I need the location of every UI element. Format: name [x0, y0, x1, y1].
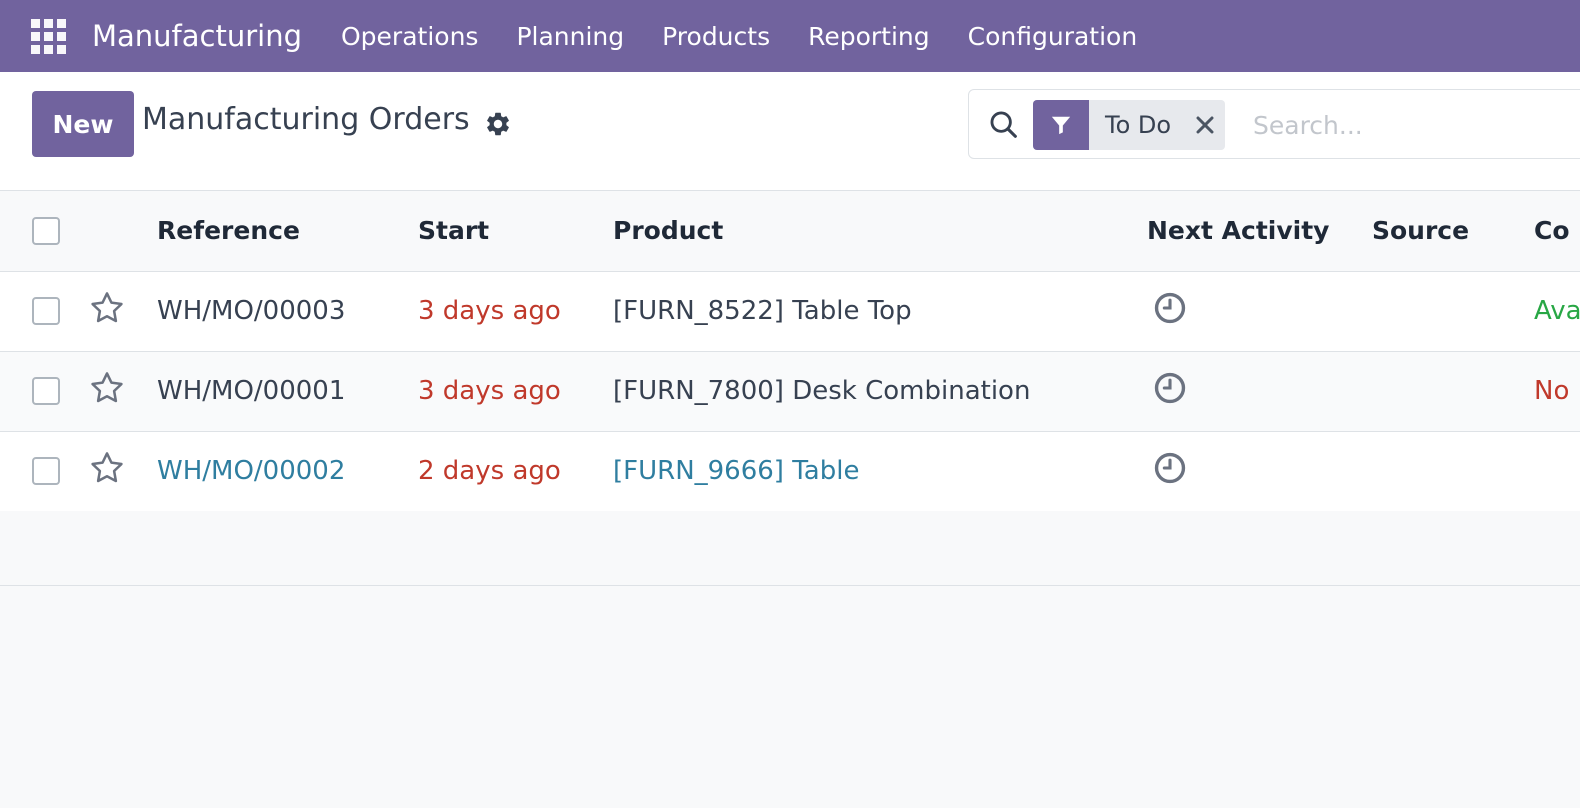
- table-row[interactable]: WH/MO/00001 3 days ago [FURN_7800] Desk …: [0, 351, 1580, 431]
- search-facet-todo: To Do: [1033, 100, 1226, 150]
- menu-products[interactable]: Products: [643, 0, 789, 72]
- search-bar: To Do: [968, 89, 1580, 159]
- row-checkbox[interactable]: [32, 377, 60, 405]
- apps-menu-button[interactable]: [0, 0, 80, 72]
- column-next-activity[interactable]: Next Activity: [1147, 191, 1372, 271]
- menu-configuration[interactable]: Configuration: [949, 0, 1157, 72]
- facet-label: To Do: [1105, 111, 1172, 139]
- activity-clock-icon[interactable]: [1153, 371, 1187, 405]
- star-icon[interactable]: [90, 289, 126, 327]
- column-component-status[interactable]: Co: [1534, 191, 1580, 271]
- column-reference[interactable]: Reference: [157, 191, 418, 271]
- activity-clock-icon[interactable]: [1153, 451, 1187, 485]
- activity-clock-icon[interactable]: [1153, 291, 1187, 325]
- search-icon[interactable]: [987, 108, 1021, 142]
- gear-icon[interactable]: [484, 110, 512, 138]
- table-footer: [0, 511, 1580, 586]
- facet-remove-icon[interactable]: [1185, 100, 1225, 150]
- orders-list: Reference Start Product Next Activity So…: [0, 191, 1580, 512]
- search-input[interactable]: [1253, 102, 1553, 148]
- menu-planning[interactable]: Planning: [497, 0, 643, 72]
- new-button[interactable]: New: [32, 91, 134, 157]
- control-panel: New Manufacturing Orders To Do: [0, 72, 1580, 191]
- column-source[interactable]: Source: [1372, 191, 1534, 271]
- row-checkbox[interactable]: [32, 297, 60, 325]
- row-reference: WH/MO/00001: [157, 376, 346, 406]
- row-source: [1372, 271, 1534, 351]
- row-source: [1372, 351, 1534, 431]
- top-navbar: Manufacturing Operations Planning Produc…: [0, 0, 1580, 72]
- row-reference: WH/MO/00002: [157, 456, 346, 486]
- row-component-status: Ava: [1534, 296, 1580, 326]
- row-product: [FURN_9666] Table: [613, 456, 860, 486]
- table-row[interactable]: WH/MO/00002 2 days ago [FURN_9666] Table: [0, 431, 1580, 511]
- row-reference: WH/MO/00003: [157, 296, 346, 326]
- row-start: 2 days ago: [418, 456, 561, 486]
- row-product: [FURN_7800] Desk Combination: [613, 376, 1031, 406]
- menu-reporting[interactable]: Reporting: [789, 0, 949, 72]
- row-source: [1372, 431, 1534, 511]
- row-start: 3 days ago: [418, 376, 561, 406]
- select-all-checkbox[interactable]: [32, 216, 60, 245]
- orders-table: Reference Start Product Next Activity So…: [0, 191, 1580, 512]
- filter-icon: [1033, 100, 1089, 150]
- star-icon[interactable]: [90, 449, 126, 487]
- row-component-status: No: [1534, 376, 1570, 406]
- row-start: 3 days ago: [418, 296, 561, 326]
- row-product: [FURN_8522] Table Top: [613, 296, 912, 326]
- column-product[interactable]: Product: [613, 191, 1147, 271]
- star-icon[interactable]: [90, 369, 126, 407]
- table-header-row: Reference Start Product Next Activity So…: [0, 191, 1580, 271]
- column-start[interactable]: Start: [418, 191, 613, 271]
- apps-grid-icon: [30, 18, 66, 54]
- row-component-status: [1534, 431, 1580, 511]
- table-row[interactable]: WH/MO/00003 3 days ago [FURN_8522] Table…: [0, 271, 1580, 351]
- page-title: Manufacturing Orders: [142, 102, 470, 137]
- app-brand[interactable]: Manufacturing: [92, 19, 302, 53]
- menu-operations[interactable]: Operations: [322, 0, 497, 72]
- row-checkbox[interactable]: [32, 457, 60, 485]
